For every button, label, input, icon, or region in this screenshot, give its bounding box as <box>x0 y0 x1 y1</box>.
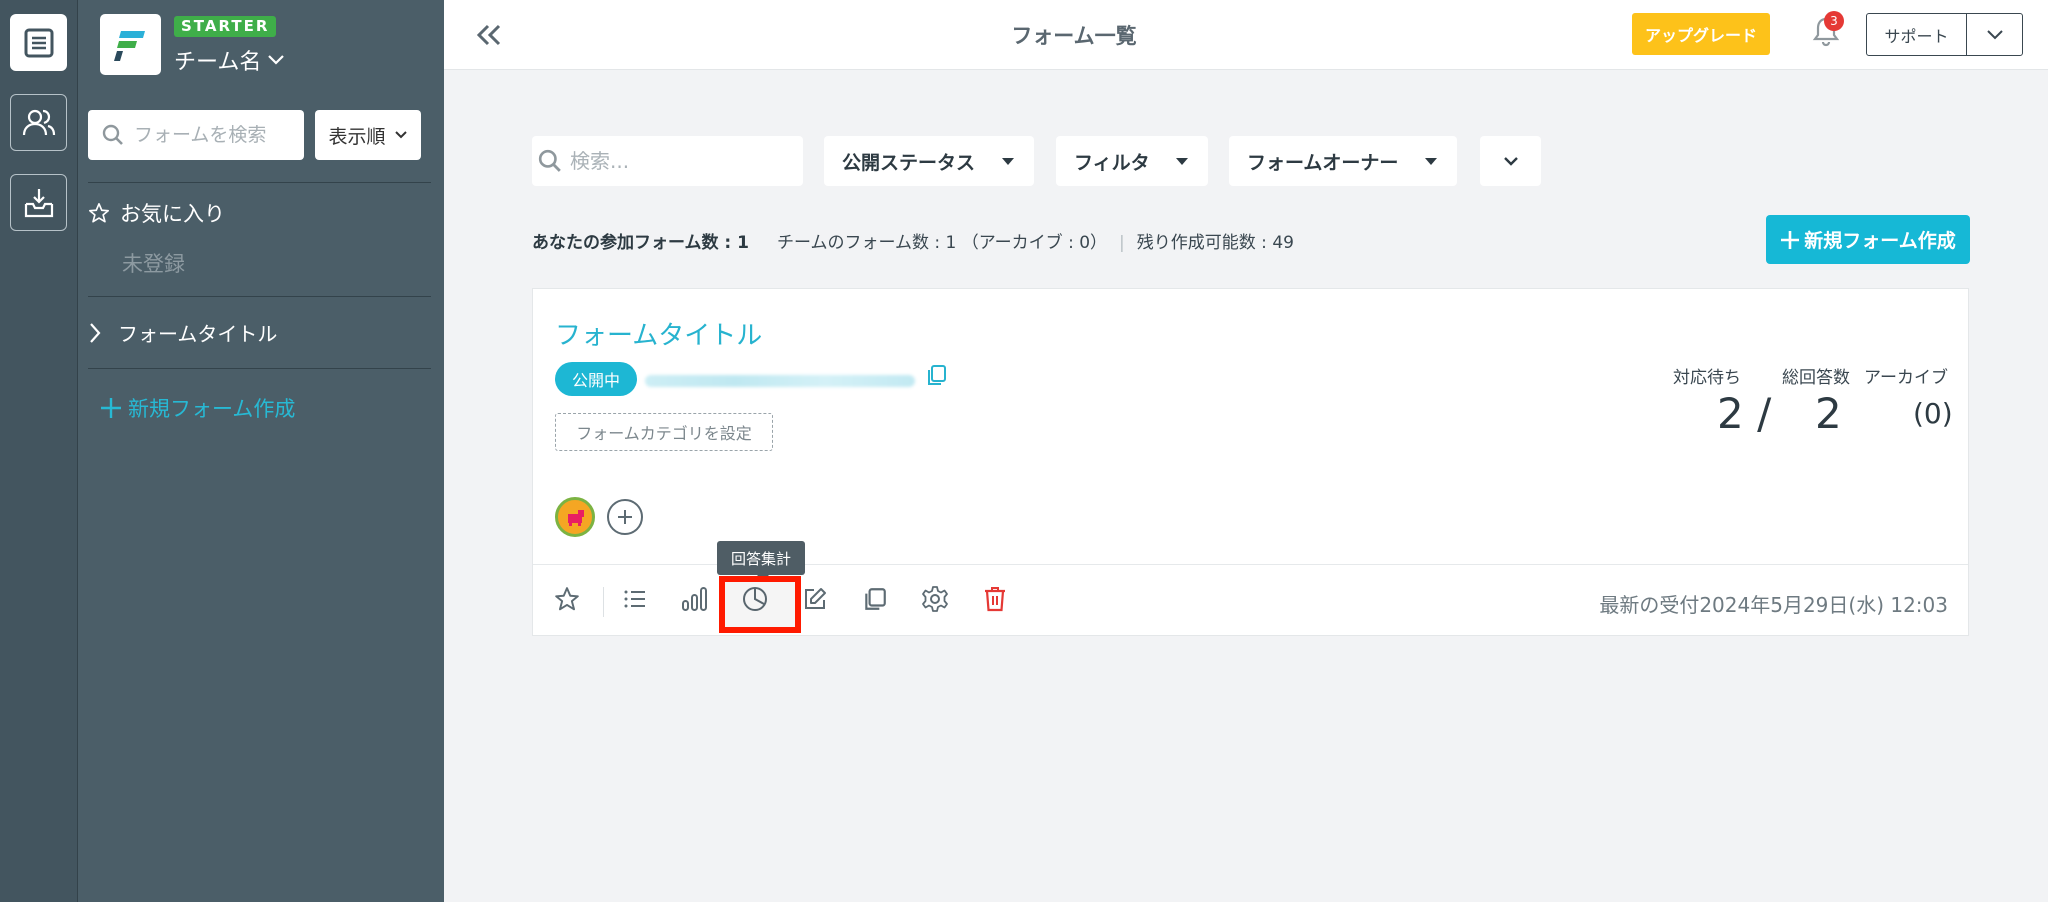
form-search-input[interactable] <box>570 149 790 173</box>
search-icon <box>102 124 123 145</box>
plan-badge: STARTER <box>174 16 277 37</box>
support-menu[interactable]: サポート <box>1866 13 2023 56</box>
highlight-box <box>719 576 801 633</box>
tooltip: 回答集計 <box>717 541 805 581</box>
status-badge: 公開中 <box>555 362 637 396</box>
forms-nav-button[interactable] <box>10 14 67 71</box>
forms-icon <box>24 28 53 57</box>
sidebar-form-item[interactable]: フォームタイトル <box>88 318 277 347</box>
star-icon <box>89 203 109 223</box>
users-icon <box>22 109 55 135</box>
more-filters-toggle[interactable] <box>1480 136 1541 186</box>
form-title-link[interactable]: フォームタイトル <box>555 315 762 352</box>
sidebar: STARTER チーム名 表示順 お気に入り 未登録 フォームタイトル 新規フォ… <box>78 0 444 902</box>
sort-label: 表示順 <box>328 125 386 148</box>
plus-icon <box>101 398 121 418</box>
pending-count[interactable]: 2 / <box>1717 389 1771 438</box>
favorite-button[interactable] <box>547 579 587 619</box>
form-counts: あなたの参加フォーム数 : 1 チームのフォーム数 : 1 （アーカイブ : 0… <box>532 228 1294 253</box>
status-filter-label: 公開ステータス <box>842 151 976 174</box>
plus-icon <box>1781 230 1800 249</box>
app-logo-icon <box>113 30 145 61</box>
favorites-header[interactable]: お気に入り <box>88 198 225 228</box>
filter-label: フィルタ <box>1074 151 1150 174</box>
chevron-down-icon <box>394 131 407 139</box>
filter-dropdown[interactable]: フィルタ <box>1056 136 1208 186</box>
archive-label: アーカイブ <box>1864 368 1948 388</box>
plus-icon <box>618 510 632 524</box>
upgrade-button[interactable]: アップグレード <box>1632 13 1770 55</box>
owner-filter-dropdown[interactable]: フォームオーナー <box>1229 136 1457 186</box>
favorites-label: お気に入り <box>120 202 225 226</box>
team-switcher[interactable]: チーム名 <box>174 44 285 76</box>
divider <box>603 587 604 617</box>
star-icon <box>555 587 579 611</box>
owner-filter-label: フォームオーナー <box>1247 151 1399 174</box>
search-icon <box>538 149 561 172</box>
trash-icon <box>985 587 1005 612</box>
delete-form-button[interactable] <box>975 579 1015 619</box>
divider <box>88 182 431 183</box>
gear-icon <box>922 586 948 612</box>
inbox-nav-button[interactable] <box>10 174 67 231</box>
team-logo[interactable] <box>100 14 161 75</box>
form-url-link[interactable] <box>645 375 915 387</box>
bar-chart-icon <box>682 587 707 611</box>
remaining-form-count: 残り作成可能数 : 49 <box>1136 233 1294 253</box>
avatar[interactable] <box>555 497 595 537</box>
responses-list-button[interactable] <box>615 579 655 619</box>
set-category-button[interactable]: フォームカテゴリを設定 <box>555 413 773 451</box>
copy-icon <box>865 588 886 610</box>
new-form-button-label: 新規フォーム作成 <box>1804 230 1956 252</box>
add-member-button[interactable] <box>607 499 643 535</box>
page-title: フォーム一覧 <box>1011 24 1137 48</box>
divider <box>88 296 431 297</box>
form-search[interactable] <box>532 136 803 186</box>
chevron-down-icon <box>1503 157 1518 166</box>
list-icon <box>624 590 645 608</box>
joined-form-count: あなたの参加フォーム数 : 1 <box>532 233 749 253</box>
total-count[interactable]: 2 <box>1815 389 1842 438</box>
status-filter-dropdown[interactable]: 公開ステータス <box>824 136 1034 186</box>
caret-down-icon <box>1176 157 1188 165</box>
sidebar-search-input[interactable] <box>134 124 284 146</box>
chevron-right-icon <box>90 322 101 343</box>
sidebar-search[interactable] <box>88 110 304 160</box>
inbox-download-icon <box>24 188 53 217</box>
notification-badge: 3 <box>1824 11 1844 31</box>
caret-down-icon <box>1002 157 1014 165</box>
edit-form-button[interactable] <box>795 579 835 619</box>
sort-dropdown[interactable]: 表示順 <box>315 110 421 160</box>
chevron-down-icon <box>268 55 285 65</box>
analytics-button[interactable] <box>675 579 715 619</box>
total-label: 総回答数 <box>1782 368 1850 388</box>
latest-received-time: 最新の受付2024年5月29日(水) 12:03 <box>1599 593 1948 617</box>
chevron-down-icon <box>1986 29 2003 39</box>
edit-icon <box>805 588 826 609</box>
form-settings-button[interactable] <box>915 579 955 619</box>
favorites-empty: 未登録 <box>122 252 185 276</box>
duplicate-form-button[interactable] <box>855 579 895 619</box>
copy-icon[interactable] <box>925 363 949 387</box>
top-header: フォーム一覧 アップグレード 3 サポート <box>444 0 2048 70</box>
team-form-count: チームのフォーム数 : 1 （アーカイブ : 0） <box>776 233 1108 253</box>
sidebar-new-form-link[interactable]: 新規フォーム作成 <box>100 393 295 423</box>
caret-down-icon <box>1425 157 1437 165</box>
support-button[interactable]: サポート <box>1867 14 1967 55</box>
icon-rail <box>0 0 78 902</box>
users-nav-button[interactable] <box>10 94 67 151</box>
divider: | <box>1119 233 1125 253</box>
dog-avatar-icon <box>568 510 584 526</box>
pending-label: 対応待ち <box>1673 368 1741 388</box>
sidebar-new-form-label: 新規フォーム作成 <box>128 397 296 421</box>
divider <box>88 368 431 369</box>
support-dropdown-toggle[interactable] <box>1967 14 2022 55</box>
archive-count[interactable]: (0) <box>1913 397 1953 430</box>
sidebar-form-title: フォームタイトル <box>118 322 278 346</box>
new-form-button[interactable]: 新規フォーム作成 <box>1766 215 1970 264</box>
team-name: チーム名 <box>174 50 262 75</box>
